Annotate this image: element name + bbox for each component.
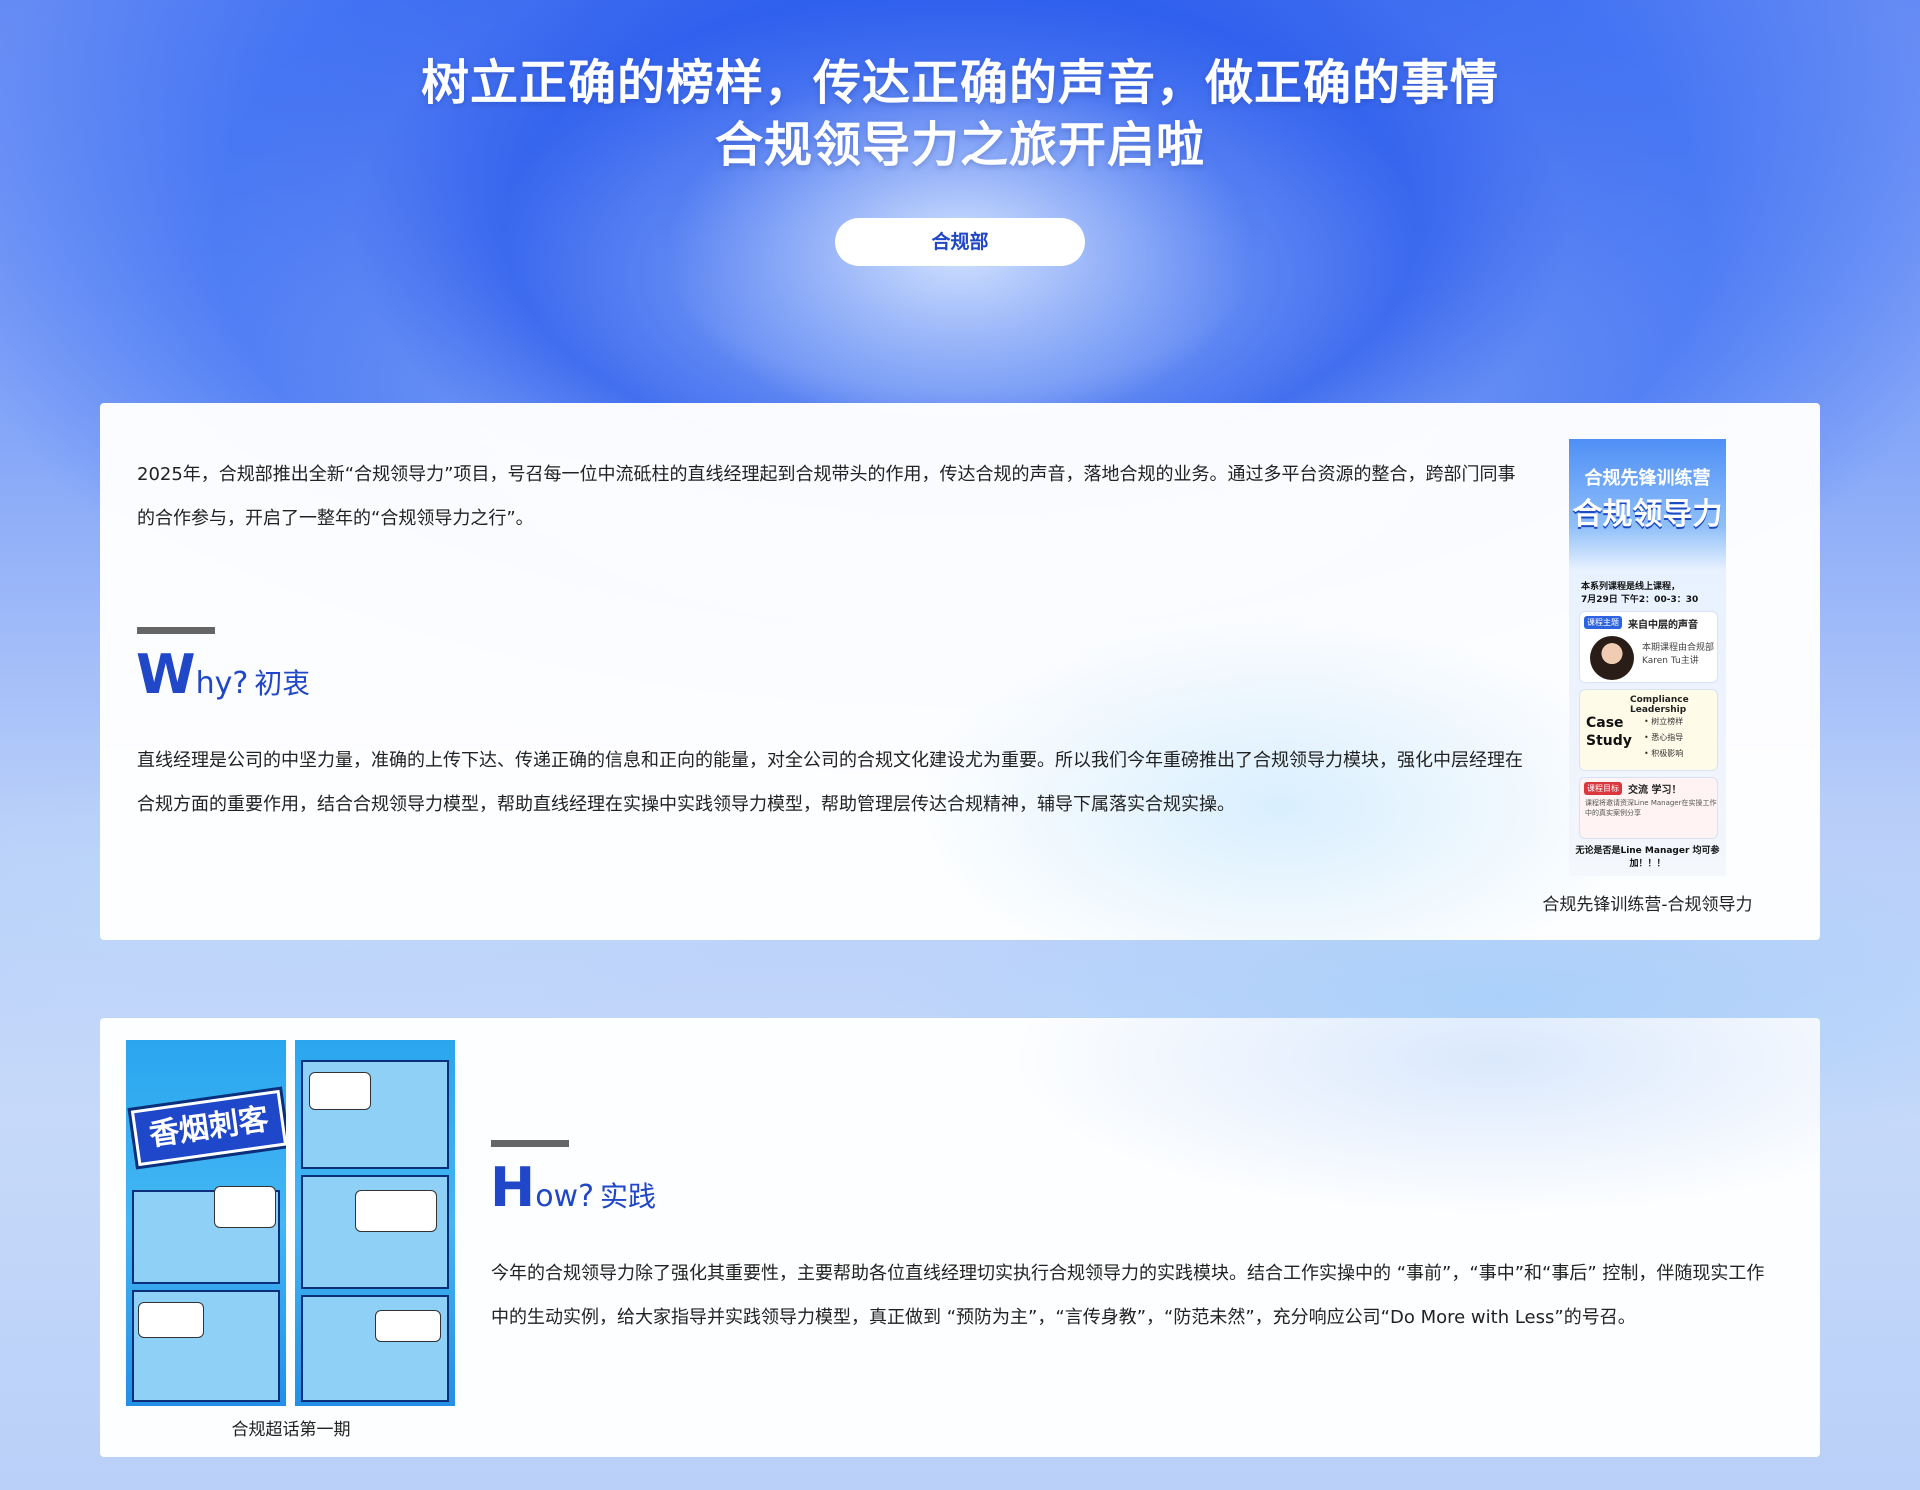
- why-heading: Why? 初衷: [136, 643, 310, 706]
- poster-box1-desc: 本期课程由合规部 Karen Tu主讲: [1642, 642, 1714, 668]
- poster-box1-title: 来自中层的声音: [1628, 620, 1698, 631]
- poster-box2-list: • 树立榜样 • 悉心指导 • 积极影响: [1644, 714, 1683, 762]
- case-label: Case: [1586, 715, 1624, 731]
- poster-box3-tag: 课程目标: [1584, 782, 1622, 795]
- title-line-1: 树立正确的榜样，传达正确的声音，做正确的事情: [420, 55, 1499, 111]
- speech-bubble: [355, 1190, 437, 1232]
- title-line-2: 合规领导力之旅开启啦: [714, 117, 1205, 173]
- poster-box3-title: 交流 学习！: [1628, 785, 1682, 796]
- poster-footer: 无论是否是Line Manager 均可参加！！！: [1575, 846, 1720, 869]
- how-big-letter: H: [490, 1156, 536, 1219]
- poster-box1-desc2: Karen Tu主讲: [1642, 656, 1699, 666]
- how-heading: How? 实践: [490, 1156, 656, 1219]
- why-big-letter: W: [136, 643, 196, 706]
- why-cn: 初衷: [254, 667, 311, 700]
- speech-bubble: [375, 1310, 441, 1342]
- poster-box-leadership: Compliance Leadership Case Study • 树立榜样 …: [1579, 689, 1718, 771]
- why-divider: [137, 627, 215, 634]
- poster-box2-title: Compliance Leadership: [1630, 695, 1689, 715]
- speech-bubble: [309, 1072, 371, 1110]
- speech-bubble: [214, 1186, 276, 1228]
- study-label: Study: [1586, 733, 1632, 749]
- intro-text: 2025年，合规部推出全新“合规领导力”项目，号召每一位中流砥柱的直线经理起到合…: [137, 464, 1516, 529]
- poster-list-item: • 树立榜样: [1644, 717, 1684, 726]
- poster-title-big: 合规领导力: [1572, 497, 1723, 532]
- how-text: 今年的合规领导力除了强化其重要性，主要帮助各位直线经理切实执行合规领导力的实践模…: [491, 1263, 1765, 1328]
- intro-card: 2025年，合规部推出全新“合规领导力”项目，号召每一位中流砥柱的直线经理起到合…: [100, 403, 1820, 940]
- why-text: 直线经理是公司的中坚力量，准确的上传下达、传递正确的信息和正向的能量，对全公司的…: [137, 750, 1523, 815]
- why-rest: hy?: [195, 666, 249, 701]
- poster-list-item: • 悉心指导: [1644, 733, 1684, 742]
- speaker-avatar: [1590, 636, 1634, 680]
- how-rest: ow?: [535, 1179, 595, 1214]
- how-card: 香烟刺客 合规超话第一期 How? 实践 今年的合规领导力除了强化其重要性，主要帮…: [100, 1018, 1820, 1457]
- case-study-label: Case Study: [1586, 714, 1632, 750]
- how-cn: 实践: [600, 1180, 657, 1213]
- poster-box3-desc: 课程将邀请资深Line Manager在实操工作中的真实案例分享: [1585, 799, 1717, 817]
- department-badge: 合规部: [835, 218, 1085, 266]
- poster-box1-desc1: 本期课程由合规部: [1642, 643, 1715, 653]
- comic-strip-right[interactable]: [295, 1040, 455, 1406]
- speech-bubble: [138, 1302, 204, 1338]
- page-title: 树立正确的榜样，传达正确的声音，做正确的事情 合规领导力之旅开启啦: [0, 52, 1920, 176]
- comic-title: 香烟刺客: [130, 1089, 286, 1167]
- poster-box1-tag: 课程主题: [1584, 616, 1622, 629]
- poster-box-speaker: 课程主题 来自中层的声音 本期课程由合规部 Karen Tu主讲: [1579, 611, 1718, 683]
- poster-list-item: • 积极影响: [1644, 749, 1684, 758]
- poster-info: 本系列课程是线上课程， 7月29日 下午2：00-3：30: [1581, 581, 1698, 607]
- comic-strip-left[interactable]: 香烟刺客: [126, 1040, 286, 1406]
- poster-info-line1: 本系列课程是线上课程，: [1581, 582, 1681, 592]
- poster-box-goal: 课程目标 交流 学习！ 课程将邀请资深Line Manager在实操工作中的真实…: [1579, 777, 1718, 839]
- how-divider: [491, 1140, 569, 1147]
- poster-title-small: 合规先锋训练营: [1584, 468, 1711, 489]
- poster-info-line2: 7月29日 下午2：00-3：30: [1581, 595, 1699, 605]
- comic-caption: 合规超话第一期: [231, 1420, 351, 1440]
- poster-caption: 合规先锋训练营-合规领导力: [1542, 895, 1753, 915]
- poster-image[interactable]: 合规先锋训练营 合规领导力 本系列课程是线上课程， 7月29日 下午2：00-3…: [1569, 439, 1726, 876]
